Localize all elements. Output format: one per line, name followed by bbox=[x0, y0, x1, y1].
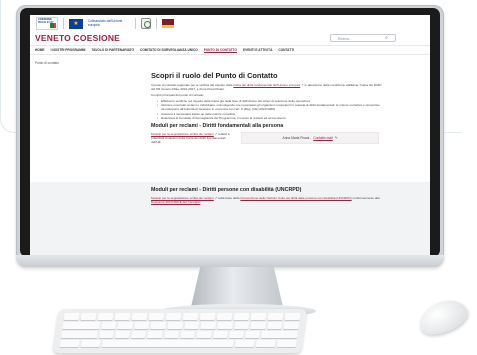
nav-item-partenariato[interactable]: TAVOLO DI PARTENARIATO bbox=[91, 48, 134, 52]
nav-item-home[interactable]: HOME bbox=[35, 48, 45, 52]
module2-text: sulla base della bbox=[218, 196, 240, 200]
decisione-link[interactable]: Decisione 2010/48/CE del Consiglio bbox=[151, 200, 200, 204]
veneto-region-logo bbox=[162, 19, 174, 28]
main-content: Scopri il ruolo del Punto di Contatto Il… bbox=[151, 71, 383, 150]
site-title[interactable]: VENETO COESIONE bbox=[35, 33, 120, 43]
coesione-logo[interactable]: COESIONE ITALIA 21-27 bbox=[36, 17, 58, 30]
eu-cofinanced-text: Cofinanziato dall'Unione europea bbox=[88, 18, 123, 27]
nav-item-comitato[interactable]: COMITATO DI SORVEGLIANZA UNICO bbox=[140, 48, 198, 52]
contact-mail-link[interactable]: Contatto mail bbox=[313, 136, 332, 140]
coesione-logo-mark bbox=[50, 23, 56, 28]
monitor-stand bbox=[191, 267, 283, 307]
carta-diritti-link[interactable]: Carta dei diritti fondamentali dell'Unio… bbox=[233, 83, 300, 87]
nav-item-punto-contatto[interactable]: PUNTO DI CONTATTO bbox=[203, 48, 237, 53]
eu-flag-icon: ★ bbox=[69, 18, 83, 29]
module1-row: Modulo per la segnalazione scritta dei r… bbox=[151, 131, 383, 144]
tasks-title: Compiti principali del punto di contatto… bbox=[151, 93, 205, 98]
intro-paragraph: Il punto di contatto regionale per le ve… bbox=[151, 83, 383, 91]
computer-mouse bbox=[414, 293, 472, 341]
module2-section: Moduli per reclami - Diritti persone con… bbox=[151, 185, 391, 206]
logo-bar: COESIONE ITALIA 21-27 ★ Cofinanziato dal… bbox=[30, 15, 430, 32]
main-nav: HOME I NOSTRI PROGRAMMI TAVOLO DI PARTEN… bbox=[30, 45, 430, 55]
logo-divider bbox=[135, 18, 136, 29]
monitor: COESIONE ITALIA 21-27 ★ Cofinanziato dal… bbox=[16, 5, 444, 267]
contact-name: Anna Maria Pisani - bbox=[282, 135, 312, 140]
keyboard bbox=[52, 309, 308, 353]
monitor-chin bbox=[16, 255, 444, 267]
contact-box: Anna Maria Pisani - Contatto mail ✎ bbox=[241, 131, 379, 144]
nav-item-contatti[interactable]: CONTATTI bbox=[278, 48, 294, 52]
italy-emblem-icon bbox=[141, 18, 151, 29]
list-item: Relaziona al Comitato di Sorveglianza de… bbox=[157, 116, 383, 120]
breadcrumb[interactable]: Punto di contatto bbox=[35, 61, 59, 65]
uncrpd-link[interactable]: Convenzione delle Nazioni Unite sui diri… bbox=[240, 196, 351, 200]
monitor-bezel: COESIONE ITALIA 21-27 ★ Cofinanziato dal… bbox=[20, 8, 440, 258]
nav-item-eventi[interactable]: EVENTI E ATTIVITÀ bbox=[243, 48, 272, 52]
module2-paragraph: Modulo per la segnalazione scritta dei r… bbox=[151, 196, 391, 204]
module2-heading: Moduli per reclami - Diritti persone con… bbox=[151, 187, 302, 193]
module1-description: Modulo per la segnalazione scritta dei r… bbox=[151, 132, 231, 144]
module1-heading: Moduli per reclami - Diritti fondamental… bbox=[151, 122, 284, 129]
logo-divider bbox=[156, 18, 157, 29]
tasks-list: Effettua le verifiche sul rispetto della… bbox=[157, 99, 383, 120]
nav-item-programmi[interactable]: I NOSTRI PROGRAMMI bbox=[51, 48, 86, 52]
search-icon[interactable]: ⌕ bbox=[385, 35, 388, 41]
monitor-screen: COESIONE ITALIA 21-27 ★ Cofinanziato dal… bbox=[30, 15, 430, 258]
external-link-icon: ↗ bbox=[301, 83, 304, 87]
list-item: Istruisce eventuali reclami e individuat… bbox=[157, 103, 383, 111]
module2-text: conformemente alla bbox=[352, 196, 380, 200]
page-title: Scopri il ruolo del Punto di Contatto bbox=[151, 71, 278, 80]
external-link-icon: ↗ bbox=[214, 196, 218, 200]
logo-divider bbox=[63, 18, 64, 29]
mail-edit-icon: ✎ bbox=[334, 135, 338, 140]
